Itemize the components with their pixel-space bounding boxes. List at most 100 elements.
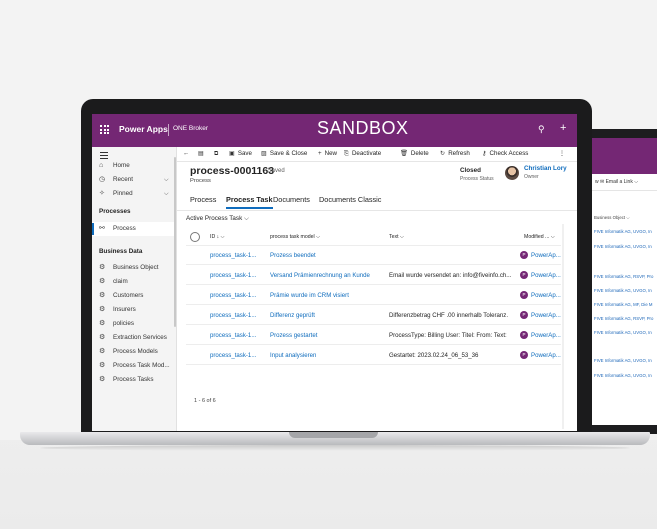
row-divider bbox=[186, 264, 561, 265]
plus-icon[interactable]: + bbox=[560, 122, 566, 134]
check-access-button[interactable]: ⚷ Check Access bbox=[482, 147, 528, 161]
view-selector[interactable]: Active Process Task ⌵ bbox=[186, 215, 249, 223]
save-close-button[interactable]: ▨ Save & Close bbox=[261, 147, 307, 161]
sidebar: ⌂ Home ◷ Recent ⌵ ✧ Pinned ⌵ Processes ⚯… bbox=[92, 147, 177, 431]
tab-documents-classic[interactable]: Documents Classic bbox=[319, 195, 381, 204]
column-header-text[interactable]: Text ⌵ bbox=[389, 234, 404, 241]
chevron-down-icon[interactable]: ⌵ bbox=[164, 173, 169, 187]
cell-modified-by[interactable]: PowerAp... bbox=[531, 332, 561, 339]
laptop-screen: Power Apps ONE Broker SANDBOX ⚲ + ⌂ Home… bbox=[92, 114, 577, 431]
sidebar-item-label: claim bbox=[113, 278, 128, 285]
cell-modified-by[interactable]: PowerAp... bbox=[531, 272, 561, 279]
sidebar-item-policies[interactable]: ⚙ policies bbox=[92, 317, 176, 331]
form-icon[interactable]: ▤ bbox=[198, 147, 204, 161]
cell-id[interactable]: process_task-1... bbox=[210, 252, 265, 259]
app-launcher-icon[interactable] bbox=[100, 125, 109, 134]
second-device-column-header: Business Object ⌵ bbox=[594, 215, 630, 220]
sidebar-item-pinned[interactable]: ✧ Pinned ⌵ bbox=[92, 187, 176, 201]
cell-id[interactable]: process_task-1... bbox=[210, 332, 265, 339]
check-access-label: Check Access bbox=[489, 150, 529, 157]
sidebar-item-customers[interactable]: ⚙ Customers bbox=[92, 289, 176, 303]
divider bbox=[168, 124, 169, 136]
entity-icon: ⚙ bbox=[99, 278, 106, 285]
owner-avatar[interactable] bbox=[505, 166, 519, 180]
new-label: New bbox=[324, 150, 338, 157]
sidebar-item-process[interactable]: ⚯ Process bbox=[92, 222, 176, 236]
cell-task-model[interactable]: Input analysieren bbox=[270, 352, 385, 359]
cell-task-model[interactable]: Versand Prämienrechnung an Kunde bbox=[270, 272, 385, 279]
sidebar-item-claim[interactable]: ⚙ claim bbox=[92, 275, 176, 289]
process-status-label: Process Status bbox=[460, 176, 494, 182]
cell-task-model[interactable]: Differenz geprüft bbox=[270, 312, 385, 319]
cell-text: Gestartet: 2023.02.24_06_53_36 bbox=[389, 352, 479, 359]
avatar: P bbox=[520, 351, 528, 359]
cell-text: Differenzbetrag CHF .00 innerhalb Tolera… bbox=[389, 312, 509, 319]
sidebar-item-recent[interactable]: ◷ Recent ⌵ bbox=[92, 173, 176, 187]
cell-task-model[interactable]: Prozess beendet bbox=[270, 252, 385, 259]
popout-icon[interactable]: ⧉ bbox=[214, 147, 218, 161]
column-header-modified[interactable]: Modified ... ⌵ bbox=[524, 234, 555, 241]
select-all-checkbox[interactable] bbox=[190, 232, 200, 242]
tab-divider bbox=[177, 210, 577, 211]
entity-icon: ⚙ bbox=[99, 334, 106, 341]
sidebar-item-process-task-models[interactable]: ⚙ Process Task Mod... bbox=[92, 359, 176, 373]
deactivate-label: Deactivate bbox=[351, 150, 382, 157]
sidebar-item-label: Process Task Mod... bbox=[113, 362, 170, 369]
deactivate-button[interactable]: ⎘ Deactivate bbox=[344, 147, 381, 161]
sidebar-item-extraction-services[interactable]: ⚙ Extraction Services bbox=[92, 331, 176, 345]
sidebar-item-business-object[interactable]: ⚙ Business Object bbox=[92, 261, 176, 275]
back-button[interactable]: ← bbox=[183, 147, 189, 161]
second-device-row: FIVE Informatik AG, RSVP, Pro bbox=[594, 316, 654, 321]
row-divider bbox=[186, 344, 561, 345]
cell-modified-by[interactable]: PowerAp... bbox=[531, 352, 561, 359]
tab-documents[interactable]: Documents bbox=[273, 195, 310, 204]
search-icon[interactable]: ⚲ bbox=[538, 124, 545, 135]
cell-task-model[interactable]: Prozess gestartet bbox=[270, 332, 385, 339]
more-commands-icon[interactable]: ⋮ bbox=[559, 147, 565, 161]
avatar: P bbox=[520, 311, 528, 319]
refresh-button[interactable]: ↻ Refresh bbox=[440, 147, 470, 161]
grid-scrollbar[interactable] bbox=[562, 224, 564, 429]
cell-modified-by[interactable]: PowerAp... bbox=[531, 292, 561, 299]
pin-icon: ✧ bbox=[99, 190, 105, 197]
column-header-task-model[interactable]: process task model ⌵ bbox=[270, 234, 320, 241]
sidebar-item-label: Home bbox=[113, 162, 130, 169]
cell-id[interactable]: process_task-1... bbox=[210, 352, 265, 359]
new-button[interactable]: + New bbox=[318, 147, 337, 161]
sidebar-item-process-tasks[interactable]: ⚙ Process Tasks bbox=[92, 373, 176, 387]
second-device-row: FIVE Informatik AG, UVGO, In bbox=[594, 358, 652, 363]
trash-icon: 🗑 bbox=[400, 150, 408, 157]
cell-id[interactable]: process_task-1... bbox=[210, 272, 265, 279]
row-divider bbox=[186, 324, 561, 325]
cell-id[interactable]: process_task-1... bbox=[210, 292, 265, 299]
second-device-row: FIVE Informatik AG, UVGO, In bbox=[594, 330, 652, 335]
tab-process-task[interactable]: Process Task bbox=[226, 195, 273, 209]
cell-task-model[interactable]: Prämie wurde im CRM visiert bbox=[270, 292, 385, 299]
tab-process[interactable]: Process bbox=[190, 195, 216, 204]
record-count: 1 - 6 of 6 bbox=[194, 398, 216, 404]
second-device-topbar bbox=[591, 138, 657, 174]
sidebar-item-process-models[interactable]: ⚙ Process Models bbox=[92, 345, 176, 359]
cell-modified-by[interactable]: PowerAp... bbox=[531, 252, 561, 259]
sidebar-section-business-data: Business Data bbox=[99, 248, 143, 255]
sidebar-item-home[interactable]: ⌂ Home bbox=[92, 159, 176, 173]
save-button[interactable]: ▣ Save bbox=[229, 147, 252, 161]
entity-icon: ⚙ bbox=[99, 320, 106, 327]
sidebar-scrollbar[interactable] bbox=[174, 157, 176, 327]
cell-text: Email wurde versendet an: info@fiveinfo.… bbox=[389, 272, 512, 279]
save-close-label: Save & Close bbox=[269, 150, 308, 157]
avatar: P bbox=[520, 331, 528, 339]
process-status-value: Closed bbox=[460, 167, 481, 174]
owner-name[interactable]: Christian Lory bbox=[524, 165, 567, 172]
save-icon: ▣ bbox=[229, 150, 235, 157]
environment-name[interactable]: ONE Broker bbox=[173, 125, 208, 132]
sidebar-item-label: Insurers bbox=[113, 306, 136, 313]
cell-modified-by[interactable]: PowerAp... bbox=[531, 312, 561, 319]
column-header-id[interactable]: ID ↓ ⌵ bbox=[210, 234, 225, 241]
delete-button[interactable]: 🗑 Delete bbox=[400, 147, 429, 161]
entity-icon: ⚙ bbox=[99, 376, 106, 383]
refresh-label: Refresh bbox=[448, 150, 470, 157]
cell-id[interactable]: process_task-1... bbox=[210, 312, 265, 319]
sidebar-item-insurers[interactable]: ⚙ Insurers bbox=[92, 303, 176, 317]
chevron-down-icon[interactable]: ⌵ bbox=[164, 187, 169, 201]
